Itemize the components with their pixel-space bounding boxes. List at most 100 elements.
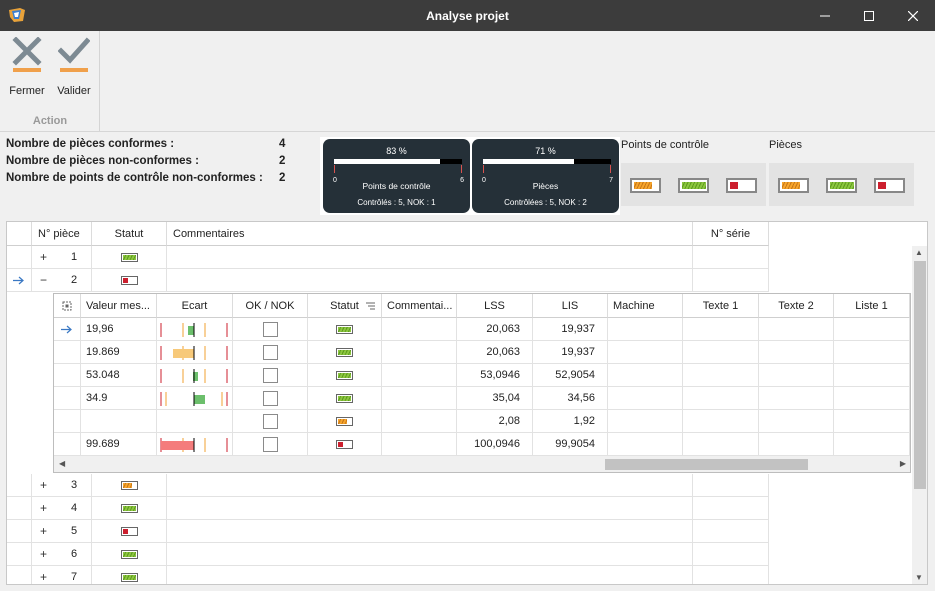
column-header-num-piece[interactable]: N° pièce (32, 222, 92, 246)
comment-cell[interactable] (382, 410, 457, 433)
scroll-up-icon[interactable]: ▲ (915, 248, 923, 257)
column-header-texte-2[interactable]: Texte 2 (759, 294, 834, 318)
fermer-button[interactable]: Fermer (3, 35, 51, 97)
texte-2-cell[interactable] (759, 341, 834, 364)
texte-1-cell[interactable] (683, 433, 759, 456)
serial-cell[interactable] (693, 543, 769, 566)
table-row[interactable]: + 1 (7, 246, 769, 269)
expand-button[interactable]: + (40, 547, 47, 561)
column-header-valeur[interactable]: Valeur mes... (81, 294, 157, 318)
serial-cell[interactable] (693, 269, 769, 292)
table-row[interactable]: + 7 (7, 566, 769, 584)
comment-cell[interactable] (382, 433, 457, 456)
column-header-num-serie[interactable]: N° série (693, 222, 769, 246)
comment-cell[interactable] (382, 318, 457, 341)
expand-button[interactable]: + (40, 524, 47, 538)
column-header-commentaire[interactable]: Commentai... (382, 294, 457, 318)
comment-cell[interactable] (167, 246, 693, 269)
table-row[interactable]: 2,08 1,92 (54, 410, 910, 433)
machine-cell[interactable] (608, 433, 683, 456)
comment-cell[interactable] (167, 269, 693, 292)
column-header-texte-1[interactable]: Texte 1 (683, 294, 759, 318)
comment-cell[interactable] (167, 474, 693, 497)
scroll-thumb[interactable] (914, 261, 926, 489)
texte-1-cell[interactable] (683, 364, 759, 387)
liste-1-cell[interactable] (834, 387, 910, 410)
machine-cell[interactable] (608, 387, 683, 410)
machine-cell[interactable] (608, 410, 683, 433)
texte-2-cell[interactable] (759, 433, 834, 456)
comment-cell[interactable] (167, 497, 693, 520)
column-header-ecart[interactable]: Ecart (157, 294, 233, 318)
ok-nok-checkbox[interactable] (263, 414, 278, 429)
close-window-button[interactable] (890, 0, 935, 31)
column-header-ok-nok[interactable]: OK / NOK (233, 294, 308, 318)
column-header-lss[interactable]: LSS (457, 294, 533, 318)
texte-2-cell[interactable] (759, 318, 834, 341)
scroll-down-icon[interactable]: ▼ (915, 573, 923, 582)
ok-nok-checkbox[interactable] (263, 437, 278, 452)
measured-value-cell[interactable]: 53.048 (81, 364, 157, 387)
column-header-statut[interactable]: Statut (92, 222, 167, 246)
texte-2-cell[interactable] (759, 410, 834, 433)
measured-value-cell[interactable]: 99.689 (81, 433, 157, 456)
liste-1-cell[interactable] (834, 364, 910, 387)
texte-1-cell[interactable] (683, 318, 759, 341)
column-header-commentaires[interactable]: Commentaires (167, 222, 693, 246)
expand-button[interactable]: + (40, 570, 47, 584)
comment-cell[interactable] (167, 566, 693, 584)
ok-nok-checkbox[interactable] (263, 391, 278, 406)
texte-1-cell[interactable] (683, 410, 759, 433)
liste-1-cell[interactable] (834, 341, 910, 364)
measured-value-cell[interactable]: 19,96 (81, 318, 157, 341)
ok-nok-checkbox[interactable] (263, 345, 278, 360)
valider-button[interactable]: Valider (50, 35, 98, 97)
table-row[interactable]: 19,96 20,063 19,937 (54, 318, 910, 341)
column-header-lis[interactable]: LIS (533, 294, 608, 318)
machine-cell[interactable] (608, 341, 683, 364)
table-row[interactable]: + 3 (7, 474, 769, 497)
ok-nok-checkbox[interactable] (263, 322, 278, 337)
ok-nok-checkbox[interactable] (263, 368, 278, 383)
machine-cell[interactable] (608, 318, 683, 341)
liste-1-cell[interactable] (834, 318, 910, 341)
expand-button[interactable]: + (40, 501, 47, 515)
serial-cell[interactable] (693, 497, 769, 520)
serial-cell[interactable] (693, 566, 769, 584)
table-row[interactable]: 53.048 53,0946 52,9054 (54, 364, 910, 387)
scroll-thumb[interactable] (605, 459, 808, 470)
maximize-button[interactable] (846, 0, 892, 31)
detail-horizontal-scrollbar[interactable]: ◀ ▶ (54, 456, 910, 472)
comment-cell[interactable] (167, 543, 693, 566)
table-row[interactable]: 34.9 35,04 34,56 (54, 387, 910, 410)
table-row[interactable]: 19.869 20,063 19,937 (54, 341, 910, 364)
serial-cell[interactable] (693, 474, 769, 497)
table-row[interactable]: 99.689 100,0946 99,9054 (54, 433, 910, 456)
liste-1-cell[interactable] (834, 410, 910, 433)
machine-cell[interactable] (608, 364, 683, 387)
table-row[interactable]: + 5 (7, 520, 769, 543)
serial-cell[interactable] (693, 246, 769, 269)
comment-cell[interactable] (382, 387, 457, 410)
table-row[interactable]: + 6 (7, 543, 769, 566)
texte-2-cell[interactable] (759, 364, 834, 387)
texte-1-cell[interactable] (683, 387, 759, 410)
table-row[interactable]: − 2 (7, 269, 769, 292)
grid-vertical-scrollbar[interactable]: ▲ ▼ (912, 246, 927, 584)
liste-1-cell[interactable] (834, 433, 910, 456)
minimize-button[interactable] (802, 0, 848, 31)
expand-button[interactable]: + (40, 478, 47, 492)
expand-button[interactable]: + (40, 250, 47, 264)
texte-2-cell[interactable] (759, 387, 834, 410)
measured-value-cell[interactable] (81, 410, 157, 433)
column-header-liste-1[interactable]: Liste 1 (834, 294, 910, 318)
serial-cell[interactable] (693, 520, 769, 543)
texte-1-cell[interactable] (683, 341, 759, 364)
comment-cell[interactable] (167, 520, 693, 543)
comment-cell[interactable] (382, 364, 457, 387)
column-header-machine[interactable]: Machine (608, 294, 683, 318)
scroll-left-icon[interactable]: ◀ (59, 459, 65, 468)
column-header-statut[interactable]: Statut (308, 294, 382, 318)
scroll-right-icon[interactable]: ▶ (900, 459, 906, 468)
table-row[interactable]: + 4 (7, 497, 769, 520)
